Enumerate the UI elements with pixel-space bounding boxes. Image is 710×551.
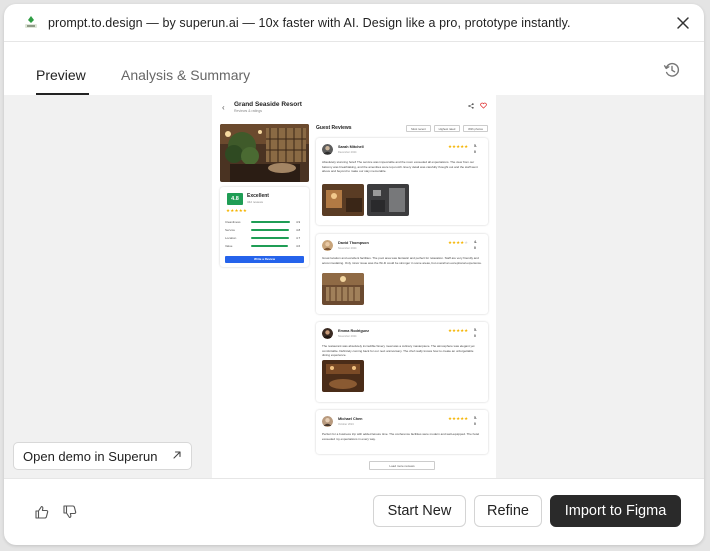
load-more-button: Load more reviews bbox=[369, 461, 435, 470]
hotel-name: Grand Seaside Resort bbox=[234, 101, 302, 108]
avatar bbox=[322, 240, 333, 251]
design-preview: ‹ Grand Seaside Resort Reviews & ratings bbox=[212, 95, 496, 478]
review-count: 342 reviews bbox=[247, 200, 264, 204]
heart-icon bbox=[480, 102, 487, 109]
rating-category-bar bbox=[251, 221, 291, 223]
rating-category-value: 4.6 bbox=[296, 244, 301, 248]
rating-category-label: Service bbox=[225, 228, 236, 232]
reviewer-name: David Thompson bbox=[338, 241, 369, 245]
review-score: 4. bbox=[474, 240, 477, 244]
title-bar: prompt.to.design — by superun.ai — 10x f… bbox=[4, 4, 704, 42]
thumbs-up-icon[interactable] bbox=[34, 504, 50, 520]
reviewer-name: Sarah Mitchell bbox=[338, 145, 364, 149]
review-stars: ★★★★★ bbox=[448, 416, 469, 421]
review-card: Sarah Mitchell December 2024 ★★★★★ 5. 0 … bbox=[316, 138, 488, 225]
rating-category-value: 4.9 bbox=[296, 220, 301, 224]
review-photo bbox=[322, 184, 364, 216]
external-link-icon bbox=[173, 451, 181, 459]
review-photo bbox=[367, 184, 409, 216]
back-icon: ‹ bbox=[222, 103, 225, 112]
filter-chip: Most recent bbox=[406, 125, 431, 132]
rating-category-label: Location bbox=[225, 236, 237, 240]
rating-category-label: Value bbox=[225, 244, 233, 248]
tab-analysis-summary[interactable]: Analysis & Summary bbox=[121, 67, 250, 83]
review-score-decimal: 0 bbox=[474, 246, 476, 250]
filter-chip: Highest rated bbox=[434, 125, 460, 132]
review-score: 5. bbox=[474, 328, 477, 332]
review-stars: ★★★★★ bbox=[448, 144, 469, 149]
window-title: prompt.to.design — by superun.ai — 10x f… bbox=[48, 16, 571, 30]
review-text: Great location and excellent facilities.… bbox=[322, 256, 482, 265]
review-score-decimal: 0 bbox=[474, 150, 476, 154]
review-score: 5. bbox=[474, 416, 477, 420]
write-review-button: Write a Review bbox=[225, 256, 304, 263]
review-photo bbox=[322, 360, 364, 392]
avatar bbox=[322, 416, 333, 427]
dialog-window: prompt.to.design — by superun.ai — 10x f… bbox=[4, 4, 704, 545]
rating-category-label: Cleanliness bbox=[225, 220, 241, 224]
rating-category-value: 4.7 bbox=[296, 236, 301, 240]
reviewer-name: Michael Chen bbox=[338, 417, 363, 421]
filter-chip: With photos bbox=[463, 125, 488, 132]
thumbs-down-icon[interactable] bbox=[62, 504, 78, 520]
review-date: December 2024 bbox=[338, 151, 357, 154]
rating-label: Excellent bbox=[247, 193, 269, 199]
review-score-decimal: 0 bbox=[474, 422, 476, 426]
review-card: Emma Rodriguez November 2024 ★★★★★ 5. 0 … bbox=[316, 322, 488, 402]
review-stars: ★★★★★ bbox=[448, 328, 469, 333]
review-text: The restaurant was absolutely incredible… bbox=[322, 344, 475, 357]
rating-category-bar bbox=[251, 229, 290, 231]
avatar bbox=[322, 144, 333, 155]
avatar bbox=[322, 328, 333, 339]
preview-area: ‹ Grand Seaside Resort Reviews & ratings bbox=[4, 95, 704, 478]
rating-score: 4.8 bbox=[227, 193, 243, 205]
review-text: Absolutely stunning hotel! The service w… bbox=[322, 160, 478, 173]
close-icon[interactable] bbox=[676, 16, 690, 30]
rating-stars: ★★★★★ bbox=[226, 208, 248, 213]
review-text: Perfect for a business trip with added l… bbox=[322, 432, 480, 441]
open-demo-button[interactable]: Open demo in Superun bbox=[13, 442, 192, 470]
history-icon[interactable] bbox=[663, 61, 681, 79]
start-new-button[interactable]: Start New bbox=[373, 495, 466, 527]
rating-category-bar bbox=[251, 245, 288, 247]
hotel-subtitle: Reviews & ratings bbox=[234, 109, 263, 113]
reviews-heading: Guest Reviews bbox=[316, 125, 352, 131]
review-score: 5. bbox=[474, 144, 477, 148]
review-card: Michael Chen October 2024 ★★★★★ 5. 0 Per… bbox=[316, 410, 488, 454]
share-icon bbox=[468, 103, 474, 109]
tab-preview[interactable]: Preview bbox=[36, 67, 86, 83]
refine-button[interactable]: Refine bbox=[474, 495, 542, 527]
import-to-figma-button[interactable]: Import to Figma bbox=[550, 495, 681, 527]
review-card: David Thompson November 2024 ★★★★★ 4. 0 … bbox=[316, 234, 488, 314]
review-score-decimal: 0 bbox=[474, 334, 476, 338]
superun-logo-icon bbox=[25, 16, 37, 28]
review-date: November 2024 bbox=[338, 335, 357, 338]
review-photo bbox=[322, 273, 364, 305]
rating-category-value: 4.8 bbox=[296, 228, 301, 232]
rating-summary-card: 4.8 Excellent 342 reviews ★★★★★ Cleanlin… bbox=[220, 187, 309, 267]
open-demo-label: Open demo in Superun bbox=[23, 448, 158, 464]
review-stars: ★★★★★ bbox=[448, 240, 469, 245]
reviewer-name: Emma Rodriguez bbox=[338, 329, 370, 333]
rating-category-bar bbox=[251, 237, 289, 239]
hotel-hero-image bbox=[220, 124, 309, 182]
review-date: November 2024 bbox=[338, 247, 357, 250]
review-date: October 2024 bbox=[338, 423, 354, 426]
